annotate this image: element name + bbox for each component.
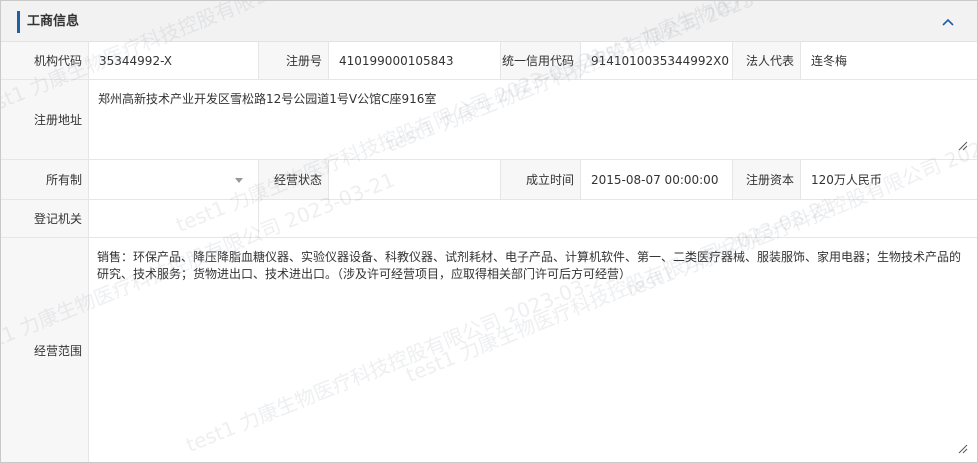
row-codes: 机构代码 35344992-X 注册号 410199000105843 统一信用…: [1, 42, 977, 80]
reg-authority-label: 登记机关: [1, 200, 89, 237]
dropdown-caret-icon: [235, 178, 243, 183]
biz-scope-value: 销售：环保产品、降压降脂血糖仪器、实验仪器设备、科教仪器、试剂耗材、电子产品、计…: [97, 250, 962, 281]
resize-handle-icon[interactable]: [958, 141, 968, 151]
row-scope: 经营范围 销售：环保产品、降压降脂血糖仪器、实验仪器设备、科教仪器、试剂耗材、电…: [1, 238, 977, 462]
org-code-label: 机构代码: [1, 42, 89, 79]
ownership-value: [89, 160, 99, 199]
resize-handle-icon[interactable]: [958, 444, 968, 454]
established-label: 成立时间: [501, 160, 581, 199]
legal-rep-value: 连冬梅: [801, 42, 977, 79]
biz-status-value: [329, 160, 501, 199]
panel-header: 工商信息: [1, 1, 977, 42]
biz-scope-textarea[interactable]: 销售：环保产品、降压降脂血糖仪器、实验仪器设备、科教仪器、试剂耗材、电子产品、计…: [89, 238, 977, 462]
reg-no-value: 410199000105843: [329, 42, 501, 79]
credit-code-label: 统一信用代码: [501, 42, 581, 79]
ownership-select[interactable]: [89, 160, 259, 199]
reg-address-value: 郑州高新技术产业开发区雪松路12号公园道1号V公馆C座916室: [98, 92, 437, 106]
credit-code-value: 9141010035344992X0: [581, 42, 733, 79]
reg-no-label: 注册号: [259, 42, 329, 79]
reg-capital-label: 注册资本: [733, 160, 801, 199]
reg-address-label: 注册地址: [1, 80, 89, 159]
row-address: 注册地址 郑州高新技术产业开发区雪松路12号公园道1号V公馆C座916室: [1, 80, 977, 160]
row-status: 所有制 经营状态 成立时间 2015-08-07 00:00:00 注册资本 1…: [1, 160, 977, 200]
reg-capital-value: 120万人民币: [801, 160, 977, 199]
panel-title: 工商信息: [27, 14, 80, 29]
legal-rep-label: 法人代表: [733, 42, 801, 79]
established-value: 2015-08-07 00:00:00: [581, 160, 733, 199]
business-info-panel: 工商信息 机构代码 35344992-X 注册号 410199000105843…: [0, 0, 978, 463]
biz-status-label: 经营状态: [259, 160, 329, 199]
chevron-up-icon[interactable]: [937, 11, 959, 33]
reg-authority-value: [89, 200, 259, 237]
reg-address-textarea[interactable]: 郑州高新技术产业开发区雪松路12号公园道1号V公馆C座916室: [89, 80, 977, 159]
org-code-value: 35344992-X: [89, 42, 259, 79]
header-accent-bar: [17, 11, 20, 33]
biz-scope-label: 经营范围: [1, 238, 89, 462]
row-authority: 登记机关: [1, 200, 977, 238]
reg-authority-spacer: [259, 200, 977, 237]
ownership-label: 所有制: [1, 160, 89, 199]
